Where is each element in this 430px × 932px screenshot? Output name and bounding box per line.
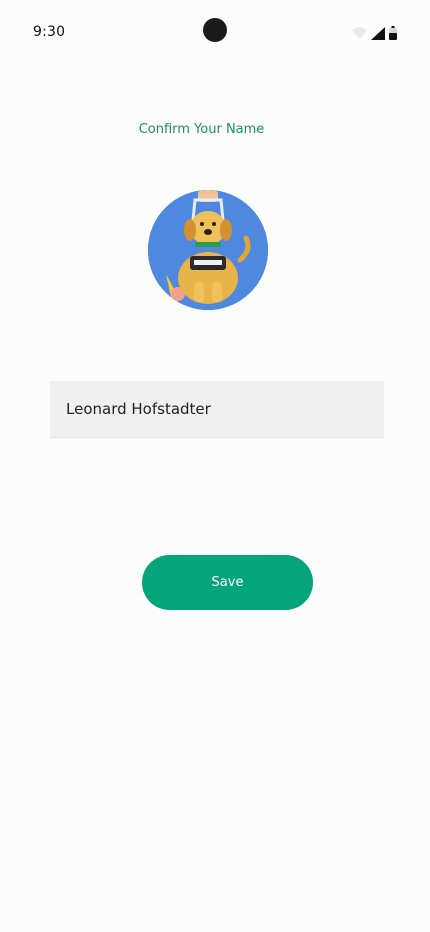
wifi-icon [352,27,367,39]
avatar [148,190,268,310]
camera-cutout [203,18,227,42]
status-bar: 9:30 [0,0,430,64]
battery-icon [389,26,397,40]
cellular-signal-icon [371,26,385,40]
dog-avatar-icon [148,190,268,310]
name-field[interactable] [50,381,384,438]
status-time: 9:30 [33,24,66,40]
save-button[interactable]: Save [142,555,313,610]
status-icons [352,26,397,40]
page-title: Confirm Your Name [138,122,265,137]
